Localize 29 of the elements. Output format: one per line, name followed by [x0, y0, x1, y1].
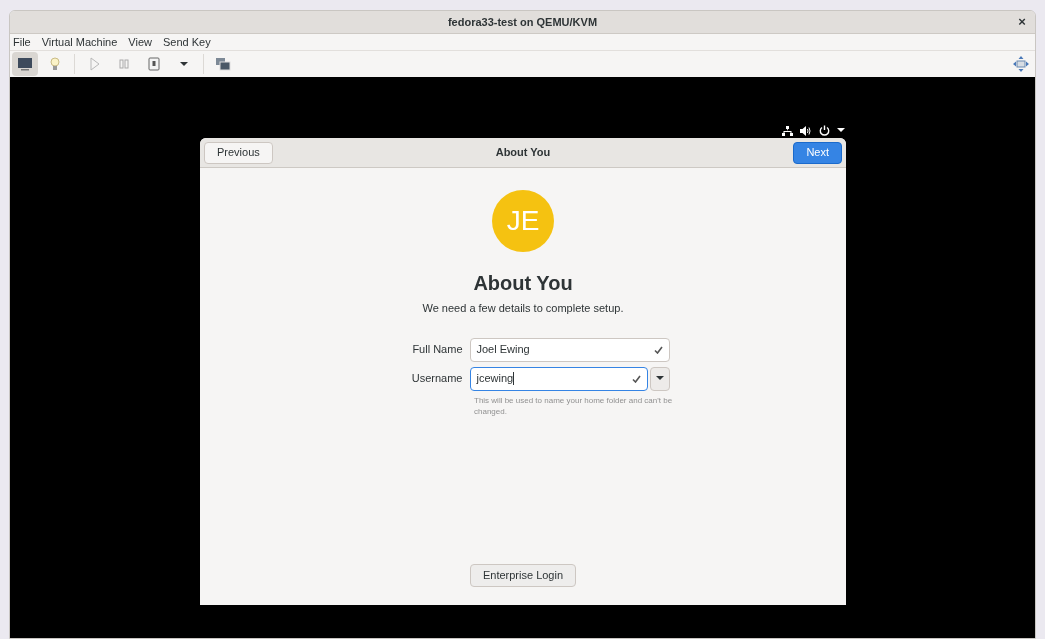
menu-item[interactable]: Send Key	[162, 33, 212, 51]
text-field[interactable]: jcewing	[469, 366, 648, 391]
username-hint: This will be used to name your home folder and can't be changed.	[474, 394, 674, 417]
caret-icon	[180, 62, 188, 66]
dropdown-button[interactable]	[649, 366, 670, 391]
menu-item[interactable]: Virtual Machine	[40, 33, 119, 51]
toolbar-button[interactable]	[12, 52, 38, 76]
network-icon	[782, 125, 793, 136]
volume-icon	[800, 125, 812, 136]
page-heading: About You	[473, 271, 573, 296]
monitor-icon	[16, 55, 34, 73]
menu-item[interactable]: View	[127, 33, 153, 51]
menu-item[interactable]: File	[12, 33, 32, 51]
close-button[interactable]: ×	[1015, 15, 1029, 29]
page-subtitle: We need a few details to complete setup.	[422, 301, 624, 316]
previous-button[interactable]: Previous	[204, 141, 273, 164]
field-label: Full Name	[411, 342, 464, 358]
caret-icon	[837, 128, 845, 133]
power-icon	[819, 125, 830, 136]
caret-icon	[655, 376, 664, 381]
power-button-icon	[145, 55, 163, 73]
resize-icon[interactable]	[1013, 56, 1029, 72]
enterprise-login-button[interactable]: Enterprise Login	[469, 564, 577, 587]
dialog-title: About You	[495, 145, 551, 161]
window-title: fedora33-test on QEMU/KVM	[447, 14, 598, 30]
text-field[interactable]: Joel Ewing	[469, 337, 670, 362]
screens-icon	[214, 55, 232, 73]
next-button[interactable]: Next	[793, 141, 842, 164]
field-label: Username	[410, 371, 464, 387]
